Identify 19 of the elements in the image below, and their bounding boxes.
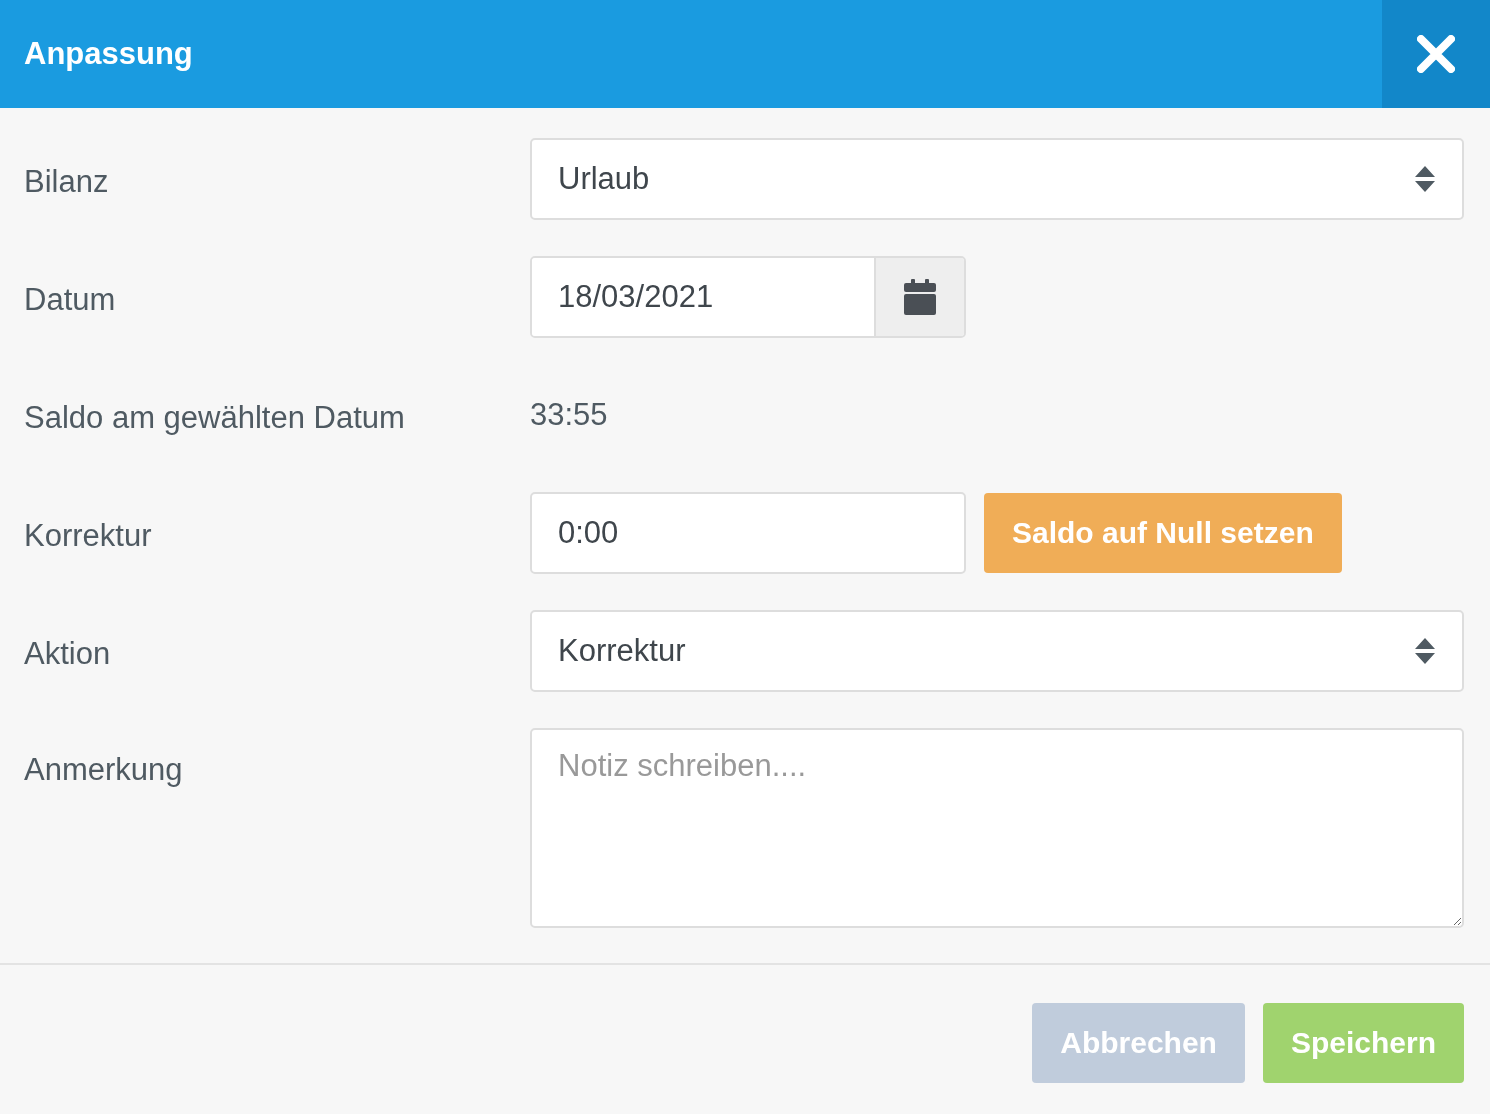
note-field[interactable]: Notiz schreiben.... [530, 728, 1464, 928]
dialog-title: Anpassung [23, 35, 194, 73]
sort-caret-icon [1414, 165, 1436, 193]
field-label: Saldo am gewählten Datum [24, 399, 406, 436]
field-label: Anmerkung [24, 751, 184, 788]
field-label: Bilanz [24, 163, 110, 200]
close-button[interactable] [1382, 0, 1490, 108]
calendar-button[interactable] [874, 258, 964, 336]
close-icon [1417, 35, 1455, 73]
select-field[interactable]: Urlaub [530, 138, 1464, 220]
date-field[interactable]: 18/03/2021 [530, 256, 966, 338]
sort-caret-icon [1414, 637, 1436, 665]
balance-value: 33:55 [530, 397, 609, 433]
field-label: Datum [24, 281, 117, 318]
field-label: Korrektur [24, 517, 153, 554]
select-field[interactable]: Korrektur [530, 610, 1464, 692]
field-label: Aktion [24, 635, 112, 672]
input-field[interactable]: 0:00 [530, 492, 966, 574]
calendar-icon [904, 279, 936, 315]
